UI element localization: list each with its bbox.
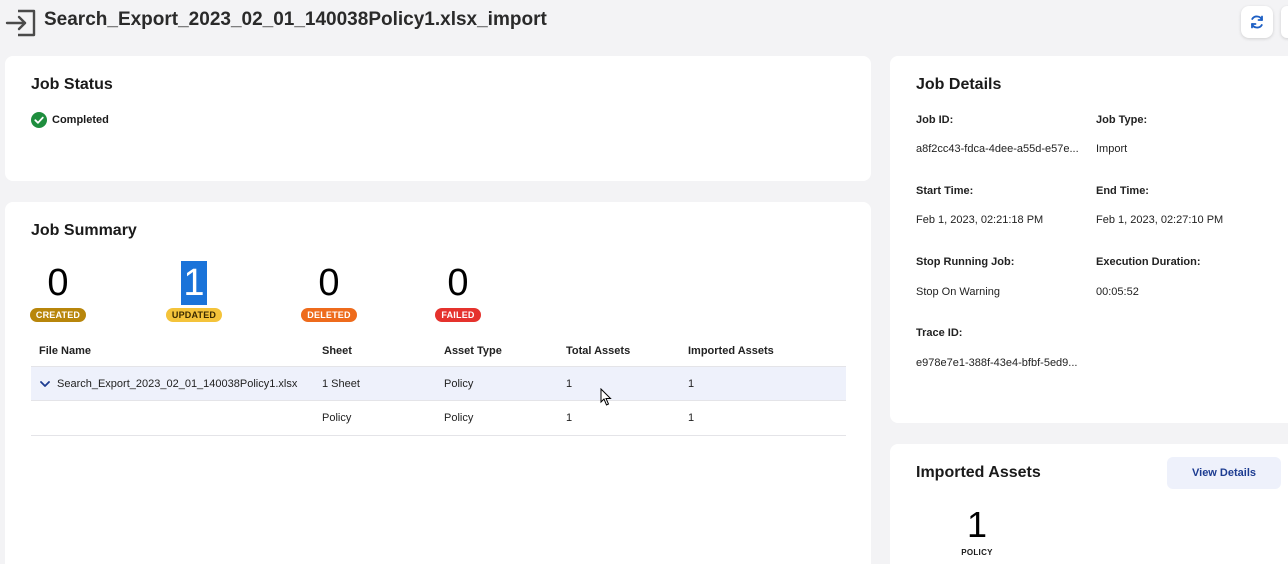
import-icon[interactable]: [4, 6, 38, 40]
summary-table: File Name Sheet Asset Type Total Assets …: [31, 335, 846, 436]
stop-running-value: Stop On Warning: [916, 286, 1000, 298]
start-time-label: Start Time:: [916, 185, 974, 197]
start-time-value: Feb 1, 2023, 02:21:18 PM: [916, 214, 1044, 226]
end-time-value: Feb 1, 2023, 02:27:10 PM: [1096, 214, 1224, 226]
refresh-icon: [1251, 15, 1263, 29]
policy-count: 1: [966, 504, 988, 545]
asset-type-cell: Policy: [444, 412, 474, 424]
created-counter: 0 CREATED: [18, 261, 98, 323]
policy-counter: 1 POLICY: [947, 504, 1007, 557]
job-status-title: Job Status: [31, 76, 113, 93]
failed-counter: 0 FAILED: [418, 261, 498, 323]
status-indicator: Completed: [31, 112, 109, 128]
sheet-cell: Policy: [322, 412, 352, 424]
check-circle-icon: [31, 112, 47, 128]
status-text: Completed: [52, 114, 109, 126]
trace-id-value: e978e7e1-388f-43e4-bfbf-5ed9...: [916, 357, 1078, 369]
col-file-name: File Name: [39, 344, 91, 357]
stop-running-label: Stop Running Job:: [916, 256, 1015, 268]
failed-count: 0: [447, 262, 469, 304]
mouse-cursor-icon: [600, 388, 612, 406]
job-type-value: Import: [1096, 143, 1128, 155]
table-header: File Name Sheet Asset Type Total Assets …: [31, 335, 846, 366]
updated-badge: UPDATED: [165, 308, 223, 322]
col-sheet: Sheet: [322, 344, 352, 357]
duration-label: Execution Duration:: [1096, 256, 1201, 268]
policy-label: POLICY: [961, 548, 993, 557]
refresh-button[interactable]: [1241, 6, 1273, 38]
job-status-card: Job Status Completed: [5, 56, 871, 181]
asset-type-cell: Policy: [444, 377, 474, 390]
table-row: Policy Policy 1 1: [31, 401, 846, 436]
updated-count: 1: [181, 261, 207, 305]
job-summary-title: Job Summary: [31, 222, 137, 239]
page-title: Search_Export_2023_02_01_140038Policy1.x…: [44, 9, 547, 30]
trace-id-label: Trace ID:: [916, 327, 963, 339]
chevron-down-icon[interactable]: [39, 378, 51, 390]
job-summary-card: Job Summary 0 CREATED 1 UPDATED 0 DELETE…: [5, 202, 871, 564]
imported-assets-card: Imported Assets View Details 1 POLICY: [890, 444, 1288, 564]
col-asset-type: Asset Type: [444, 344, 502, 357]
deleted-badge: DELETED: [301, 308, 357, 322]
deleted-count: 0: [318, 262, 340, 304]
top-bar: Search_Export_2023_02_01_140038Policy1.x…: [0, 0, 1288, 46]
col-imported-assets: Imported Assets: [688, 344, 774, 357]
job-id-label: Job ID:: [916, 114, 954, 126]
duration-value: 00:05:52: [1096, 286, 1139, 298]
job-id-value: a8f2cc43-fdca-4dee-a55d-e57e...: [916, 143, 1079, 155]
file-name-cell: Search_Export_2023_02_01_140038Policy1.x…: [57, 377, 298, 390]
created-badge: CREATED: [29, 308, 87, 322]
imported-assets-cell: 1: [688, 377, 695, 390]
updated-counter: 1 UPDATED: [154, 261, 234, 323]
total-assets-cell: 1: [566, 412, 573, 424]
view-details-button[interactable]: View Details: [1167, 457, 1281, 489]
total-assets-cell: 1: [566, 377, 573, 390]
created-count: 0: [47, 262, 69, 304]
end-time-label: End Time:: [1096, 185, 1149, 197]
job-type-label: Job Type:: [1096, 114, 1148, 126]
job-details-card: Job Details Job ID: a8f2cc43-fdca-4dee-a…: [890, 56, 1288, 423]
sheet-cell: 1 Sheet: [322, 377, 360, 390]
failed-badge: FAILED: [435, 308, 481, 322]
job-details-title: Job Details: [916, 76, 1002, 93]
deleted-counter: 0 DELETED: [289, 261, 369, 323]
imported-assets-title: Imported Assets: [916, 464, 1041, 481]
table-row[interactable]: Search_Export_2023_02_01_140038Policy1.x…: [31, 366, 846, 401]
imported-assets-cell: 1: [688, 412, 695, 424]
col-total-assets: Total Assets: [566, 344, 631, 357]
more-button[interactable]: [1281, 6, 1288, 38]
